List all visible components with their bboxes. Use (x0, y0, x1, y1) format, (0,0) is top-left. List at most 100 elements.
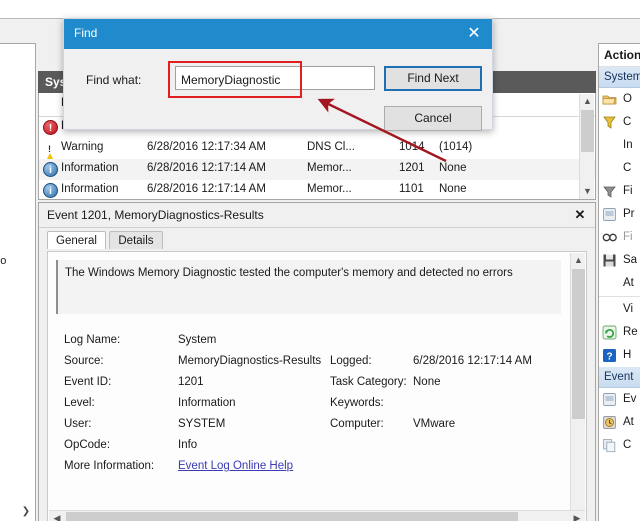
prop-value: MemoryDiagnostics-Results (178, 355, 321, 367)
find-what-label: Find what: (86, 73, 141, 87)
cell-task-category: None (439, 162, 467, 174)
cell-task-category: (1014) (439, 141, 472, 153)
action-clear-log[interactable]: C (599, 157, 640, 180)
cell-source: DNS Cl... (307, 141, 355, 153)
cell-level: Information (61, 183, 119, 195)
event-list-scrollbar[interactable]: ▲ ▼ (579, 94, 594, 199)
prop-value: 1201 (178, 376, 204, 388)
console-tree-pane[interactable]: ces Lo ❯ (0, 43, 36, 521)
find-dialog-titlebar: Find ✕ (64, 19, 492, 49)
action-import-custom-view[interactable]: In (599, 134, 640, 157)
chevron-up-icon[interactable]: ▲ (580, 94, 595, 109)
action-label: At (623, 277, 634, 289)
none-icon (602, 161, 617, 176)
prop-label: OpCode: (64, 439, 110, 451)
actions-pane-title: Action (599, 44, 640, 67)
action-attach-task-to-this-event[interactable]: At (599, 411, 640, 434)
action-view[interactable]: Vi (599, 298, 640, 321)
copy-icon (602, 438, 617, 453)
prop-label-2: Keywords: (330, 397, 384, 409)
action-open-saved-log[interactable]: O (599, 88, 640, 111)
find-dialog-body: Find what: Find Next Cancel (64, 49, 492, 129)
tab-details[interactable]: Details (109, 231, 162, 249)
action-create-custom-view[interactable]: C (599, 111, 640, 134)
none-icon (602, 276, 617, 291)
detail-scrollbar-horizontal[interactable]: ◀ ▶ (49, 510, 585, 521)
scrollbar-thumb[interactable] (581, 110, 594, 152)
cell-source: Memor... (307, 183, 352, 195)
find-dialog-title: Find (74, 26, 97, 40)
event-description-box: The Windows Memory Diagnostic tested the… (56, 260, 561, 314)
center-column: System Lev ! E Warning 6/28/2016 (38, 71, 596, 521)
find-icon (602, 230, 617, 245)
find-next-button[interactable]: Find Next (384, 66, 482, 91)
action-refresh[interactable]: Re (599, 321, 640, 344)
table-row[interactable]: i Information 6/28/2016 12:17:14 AM Memo… (39, 180, 595, 200)
detail-scrollbar-vertical[interactable]: ▲ ▼ (570, 253, 585, 521)
action-copy[interactable]: C (599, 434, 640, 457)
table-row[interactable]: Warning 6/28/2016 12:17:34 AM DNS Cl... … (39, 138, 595, 159)
screenshot-root: ces Lo ❯ System Lev ! E (0, 0, 640, 521)
chevron-right-icon[interactable]: ▶ (569, 511, 585, 521)
action-properties[interactable]: Pr (599, 203, 640, 226)
prop-label-2: Logged: (330, 355, 372, 367)
scrollbar-thumb[interactable] (572, 269, 585, 419)
action-filter-current-log[interactable]: Fi (599, 180, 640, 203)
action-help[interactable]: ? H (599, 344, 640, 367)
action-label: Ev (623, 393, 636, 405)
event-log-online-help-link[interactable]: Event Log Online Help (178, 460, 293, 472)
prop-value: Information (178, 397, 236, 409)
detail-tabs: General Details (47, 231, 162, 251)
information-icon: i (43, 162, 58, 177)
find-dialog: Find ✕ Find what: Find Next Cancel (63, 18, 493, 130)
action-find[interactable]: Fi (599, 226, 640, 249)
action-attach-task-to-this-log[interactable]: At (599, 272, 640, 295)
action-label: Vi (623, 303, 633, 315)
action-label: C (623, 439, 631, 451)
cell-event-id: 1201 (399, 162, 425, 174)
action-save-all-events-as[interactable]: Sa (599, 249, 640, 272)
action-label: C (623, 116, 631, 128)
action-label: Pr (623, 208, 635, 220)
properties-icon (602, 392, 617, 407)
prop-label: User: (64, 418, 91, 430)
cancel-button[interactable]: Cancel (384, 106, 482, 131)
action-event-properties[interactable]: Ev (599, 388, 640, 411)
cell-task-category: None (439, 183, 467, 195)
close-icon[interactable]: ✕ (464, 24, 484, 44)
actions-pane: Action System O C In C (598, 43, 640, 521)
prop-label-2: Task Category: (330, 376, 407, 388)
chevron-down-icon[interactable]: ▼ (580, 184, 595, 199)
action-label: At (623, 416, 634, 428)
table-row[interactable]: i Information 6/28/2016 12:17:14 AM Memo… (39, 159, 595, 180)
help-icon: ? (602, 348, 617, 363)
cell-date: 6/28/2016 12:17:14 AM (147, 162, 266, 174)
search-input[interactable] (175, 66, 375, 90)
close-icon[interactable]: ✕ (571, 206, 589, 224)
table-row: User: SYSTEM Computer: VMware (58, 418, 568, 439)
cell-level: Warning (61, 141, 103, 153)
cell-date: 6/28/2016 12:17:34 AM (147, 141, 266, 153)
action-label: O (623, 93, 632, 105)
actions-group-system: System (599, 67, 640, 88)
table-row: Source: MemoryDiagnostics-Results Logged… (58, 355, 568, 376)
cell-event-id: 1014 (399, 141, 425, 153)
prop-label: Log Name: (64, 334, 120, 346)
prop-value-2: None (413, 376, 441, 388)
scrollbar-thumb[interactable] (66, 512, 518, 521)
event-description-text: The Windows Memory Diagnostic tested the… (65, 266, 555, 281)
chevron-up-icon[interactable]: ▲ (571, 253, 586, 268)
properties-icon (602, 207, 617, 222)
prop-value: SYSTEM (178, 418, 225, 430)
tab-general[interactable]: General (47, 231, 106, 249)
chevron-right-icon[interactable]: ❯ (19, 505, 33, 519)
warning-icon (43, 141, 58, 156)
action-label: In (623, 139, 633, 151)
action-label: H (623, 349, 631, 361)
prop-value-2: VMware (413, 418, 455, 430)
action-label: Fi (623, 185, 633, 197)
none-icon (602, 302, 617, 317)
event-detail-panel: Event 1201, MemoryDiagnostics-Results ✕ … (38, 202, 596, 521)
prop-value: Info (178, 439, 197, 451)
chevron-left-icon[interactable]: ◀ (49, 511, 65, 521)
